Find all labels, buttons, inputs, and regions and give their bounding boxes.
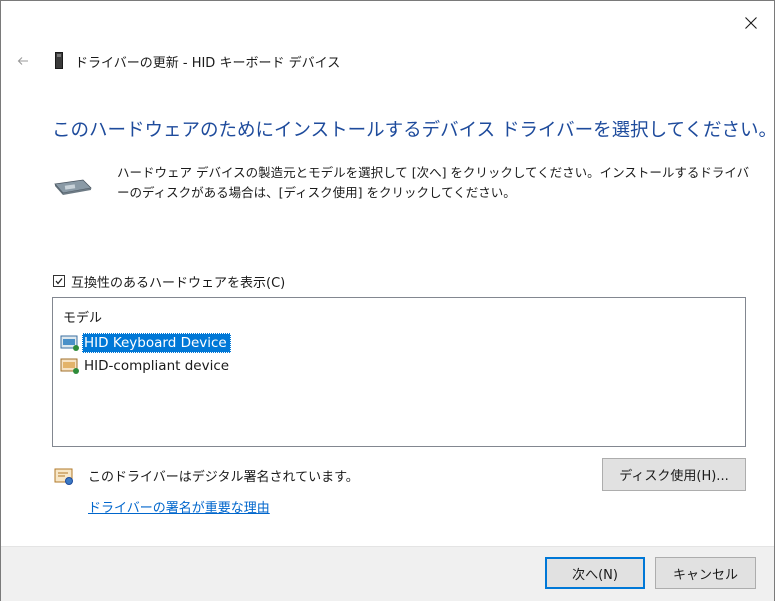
list-item[interactable]: HID-compliant device	[60, 355, 233, 377]
keyboard-device-icon	[60, 335, 79, 351]
close-icon	[745, 17, 757, 29]
have-disk-button[interactable]: ディスク使用(H)...	[602, 458, 746, 491]
model-list[interactable]: モデル HID Keyboard Device HID-compliant de…	[52, 297, 746, 447]
checkbox-label: 互換性のあるハードウェアを表示(C)	[71, 275, 286, 291]
dialog-footer: 次へ(N) キャンセル	[1, 546, 774, 601]
driver-update-dialog: ドライバーの更新 - HID キーボード デバイス このハードウェアのためにイン…	[0, 0, 775, 601]
page-heading: このハードウェアのためにインストールするデバイス ドライバーを選択してください。	[52, 120, 775, 141]
hardware-chip-icon	[54, 179, 92, 195]
list-item[interactable]: HID Keyboard Device	[60, 332, 231, 354]
cancel-button[interactable]: キャンセル	[655, 557, 756, 589]
close-button[interactable]	[728, 1, 774, 45]
checkmark-icon	[55, 278, 63, 285]
hid-device-icon	[60, 358, 79, 374]
list-item-label: HID Keyboard Device	[82, 333, 231, 353]
window-title: ドライバーの更新 - HID キーボード デバイス	[75, 56, 341, 71]
next-button[interactable]: 次へ(N)	[545, 557, 645, 589]
back-button[interactable]	[13, 51, 33, 71]
signature-status: このドライバーはデジタル署名されています。	[88, 470, 359, 485]
list-header: モデル	[63, 311, 103, 326]
signature-info-link[interactable]: ドライバーの署名が重要な理由	[88, 497, 270, 516]
instruction-text: ハードウェア デバイスの製造元とモデルを選択して [次へ] をクリックしてくださ…	[117, 165, 750, 200]
compatible-hardware-checkbox[interactable]: 互換性のあるハードウェアを表示(C)	[53, 272, 286, 291]
checkbox-box[interactable]	[53, 275, 65, 287]
certificate-icon	[54, 468, 73, 485]
device-icon	[55, 52, 63, 69]
back-arrow-icon	[17, 57, 28, 65]
list-item-label: HID-compliant device	[84, 358, 230, 374]
